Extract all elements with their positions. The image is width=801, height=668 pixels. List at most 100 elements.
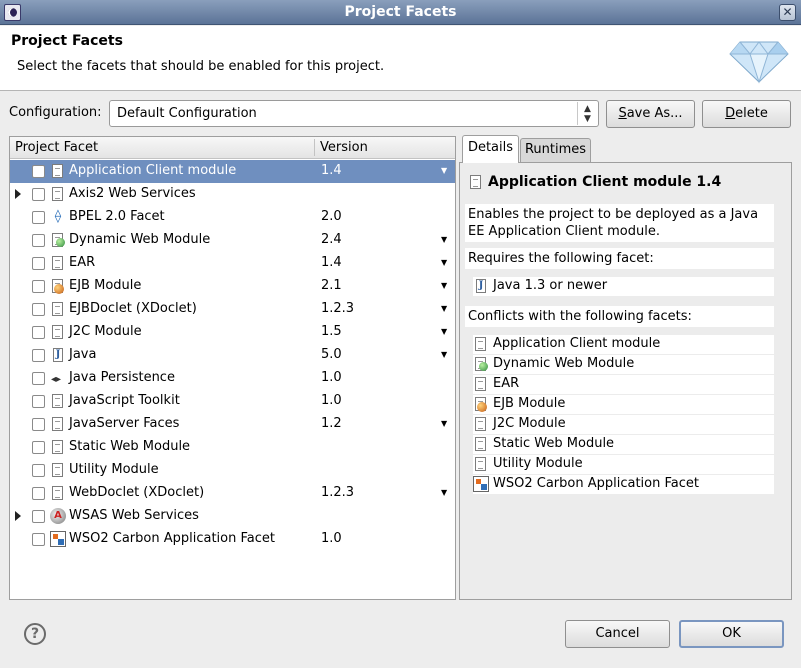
facet-version[interactable]: 1.2.3 [321, 301, 354, 316]
facet-checkbox[interactable] [32, 234, 45, 247]
facet-version[interactable]: 1.4 [321, 163, 342, 178]
version-dropdown-icon[interactable]: ▼ [441, 235, 447, 244]
facet-version: 1.0 [321, 531, 342, 546]
version-dropdown-icon[interactable]: ▼ [441, 304, 447, 313]
facet-checkbox[interactable] [32, 487, 45, 500]
diamond-icon [729, 41, 789, 84]
table-row[interactable]: J2C Module 1.5 ▼ [10, 321, 455, 344]
table-row[interactable]: Application Client module 1.4 ▼ [10, 160, 455, 183]
facet-name: JavaServer Faces [69, 416, 180, 431]
table-row[interactable]: ⟠ BPEL 2.0 Facet 2.0 [10, 206, 455, 229]
doc-icon [468, 174, 484, 190]
column-separator [314, 139, 315, 156]
list-item: J2C Module [473, 415, 774, 434]
facet-version[interactable]: 1.2.3 [321, 485, 354, 500]
table-row[interactable]: JavaScript Toolkit 1.0 [10, 390, 455, 413]
facet-name: Static Web Module [69, 439, 191, 454]
facet-checkbox[interactable] [32, 303, 45, 316]
facet-name: EJBDoclet (XDoclet) [69, 301, 197, 316]
facet-checkbox[interactable] [32, 257, 45, 270]
configuration-combo[interactable]: Default Configuration ▲ ▼ [109, 100, 599, 127]
facet-checkbox[interactable] [32, 211, 45, 224]
version-dropdown-icon[interactable]: ▼ [441, 258, 447, 267]
facet-checkbox[interactable] [32, 418, 45, 431]
column-project-facet[interactable]: Project Facet [15, 140, 98, 155]
bean-icon [473, 396, 489, 412]
table-row[interactable]: EAR 1.4 ▼ [10, 252, 455, 275]
doc-icon [473, 376, 489, 392]
version-dropdown-icon[interactable]: ▼ [441, 488, 447, 497]
facet-checkbox[interactable] [32, 326, 45, 339]
column-version[interactable]: Version [320, 140, 368, 155]
facet-version[interactable]: 1.2 [321, 416, 342, 431]
header-title: Project Facets [11, 33, 123, 49]
list-item-label: EAR [493, 376, 520, 391]
facet-checkbox[interactable] [32, 188, 45, 201]
doc-icon [50, 485, 66, 501]
facet-checkbox[interactable] [32, 395, 45, 408]
table-row[interactable]: Static Web Module [10, 436, 455, 459]
facet-checkbox[interactable] [32, 280, 45, 293]
list-item: Utility Module [473, 455, 774, 474]
facet-version[interactable]: 1.4 [321, 255, 342, 270]
expand-arrow-icon[interactable] [15, 189, 21, 199]
ok-button[interactable]: OK [679, 620, 784, 648]
doc-icon [50, 324, 66, 340]
globe-icon [473, 356, 489, 372]
facet-checkbox[interactable] [32, 533, 45, 546]
combo-spinner-icon[interactable]: ▲ ▼ [577, 102, 597, 125]
facet-name: WSO2 Carbon Application Facet [69, 531, 275, 546]
table-row[interactable]: J Java 5.0 ▼ [10, 344, 455, 367]
version-dropdown-icon[interactable]: ▼ [441, 419, 447, 428]
tab-details[interactable]: Details [462, 135, 519, 163]
wso2-icon [50, 531, 66, 547]
facet-checkbox[interactable] [32, 165, 45, 178]
table-row[interactable]: Utility Module [10, 459, 455, 482]
facet-version[interactable]: 5.0 [321, 347, 342, 362]
facets-table[interactable]: Project Facet Version Application Client… [9, 136, 456, 600]
facet-checkbox[interactable] [32, 349, 45, 362]
table-row[interactable]: JavaServer Faces 1.2 ▼ [10, 413, 455, 436]
facet-name: Application Client module [69, 163, 237, 178]
facet-name: Axis2 Web Services [69, 186, 196, 201]
delete-button[interactable]: Delete [702, 100, 791, 128]
facet-version[interactable]: 1.5 [321, 324, 342, 339]
expand-arrow-icon[interactable] [15, 511, 21, 521]
table-row[interactable]: WSO2 Carbon Application Facet 1.0 [10, 528, 455, 551]
facet-version[interactable]: 2.1 [321, 278, 342, 293]
facet-checkbox[interactable] [32, 372, 45, 385]
version-dropdown-icon[interactable]: ▼ [441, 281, 447, 290]
facet-checkbox[interactable] [32, 441, 45, 454]
doc-icon [50, 163, 66, 179]
facet-checkbox[interactable] [32, 464, 45, 477]
save-as-button[interactable]: Save As... [606, 100, 695, 128]
table-row[interactable]: Dynamic Web Module 2.4 ▼ [10, 229, 455, 252]
save-as-mnemonic: S [618, 106, 627, 121]
facet-name: BPEL 2.0 Facet [69, 209, 165, 224]
table-row[interactable]: Axis2 Web Services [10, 183, 455, 206]
help-icon[interactable]: ? [24, 623, 46, 645]
version-dropdown-icon[interactable]: ▼ [441, 350, 447, 359]
version-dropdown-icon[interactable]: ▼ [441, 327, 447, 336]
table-row[interactable]: WebDoclet (XDoclet) 1.2.3 ▼ [10, 482, 455, 505]
delete-label: elete [735, 106, 768, 121]
wsas-icon: A [50, 508, 66, 524]
list-item-label: Java 1.3 or newer [493, 278, 608, 293]
facet-version[interactable]: 2.4 [321, 232, 342, 247]
table-row[interactable]: EJB Module 2.1 ▼ [10, 275, 455, 298]
facet-checkbox[interactable] [32, 510, 45, 523]
table-row[interactable]: ◂▸ Java Persistence 1.0 [10, 367, 455, 390]
doc-icon [50, 462, 66, 478]
tab-runtimes[interactable]: Runtimes [520, 138, 591, 163]
list-item-label: J2C Module [493, 416, 566, 431]
cancel-button[interactable]: Cancel [565, 620, 670, 648]
table-row[interactable]: EJBDoclet (XDoclet) 1.2.3 ▼ [10, 298, 455, 321]
java-icon: J [473, 278, 489, 294]
doc-icon [473, 456, 489, 472]
close-button[interactable]: ✕ [779, 4, 796, 21]
delete-mnemonic: D [725, 106, 736, 121]
table-row[interactable]: A WSAS Web Services [10, 505, 455, 528]
version-dropdown-icon[interactable]: ▼ [441, 166, 447, 175]
header-message: Select the facets that should be enabled… [17, 59, 385, 74]
java-icon: J [50, 347, 66, 363]
